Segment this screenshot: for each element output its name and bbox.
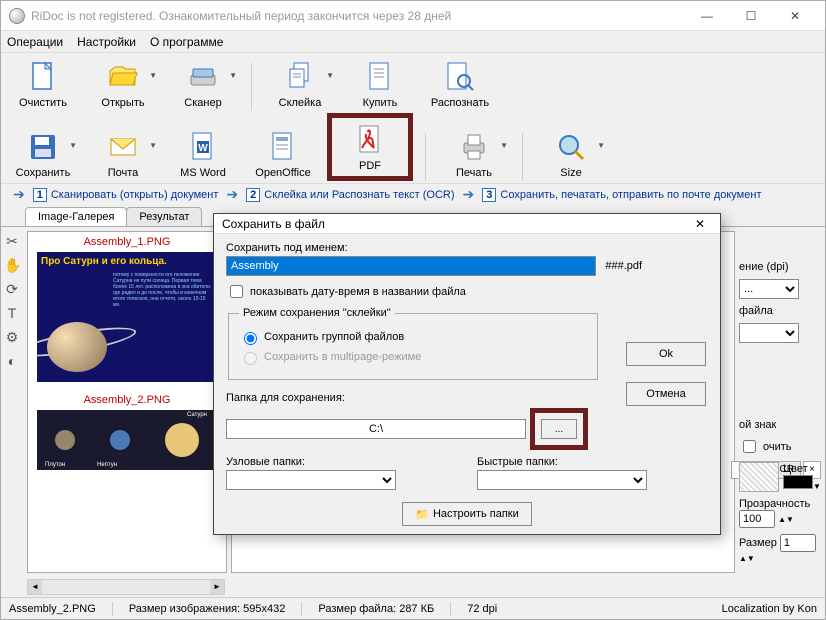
filename-input[interactable] bbox=[226, 256, 596, 276]
tab-result[interactable]: Результат bbox=[126, 207, 202, 226]
maximize-button[interactable]: ☐ bbox=[729, 1, 773, 31]
gear-icon[interactable]: ⚙ bbox=[4, 329, 20, 345]
tb-mail[interactable]: ▼ Почта bbox=[87, 127, 159, 181]
pdf-highlight: PDF bbox=[327, 113, 413, 181]
opacity-input[interactable] bbox=[739, 510, 775, 528]
status-imgsize: Размер изображения: 595x432 bbox=[129, 603, 286, 615]
rotate-icon[interactable]: ⟳ bbox=[4, 281, 20, 297]
wm-pattern[interactable] bbox=[739, 462, 779, 492]
tb-save[interactable]: ▼ Сохранить bbox=[7, 127, 79, 181]
gallery-scrollbar[interactable]: ◄► bbox=[27, 579, 225, 595]
pages-stack-icon bbox=[282, 59, 318, 95]
floppy-icon bbox=[25, 129, 61, 165]
hand-icon[interactable]: ✋ bbox=[4, 257, 20, 273]
statusbar: Assembly_2.PNG Размер изображения: 595x4… bbox=[1, 597, 825, 619]
magnify-page-icon bbox=[442, 59, 478, 95]
thumb-2-label: Assembly_2.PNG bbox=[28, 390, 226, 410]
folder-input[interactable] bbox=[226, 419, 526, 439]
word-icon: W bbox=[185, 129, 221, 165]
tb-ocr[interactable]: Распознать bbox=[424, 57, 496, 111]
save-as-label: Сохранить под именем: bbox=[226, 242, 708, 254]
status-file: Assembly_2.PNG bbox=[9, 603, 96, 615]
step-3[interactable]: Сохранить, печатать, отправить по почте … bbox=[500, 189, 761, 201]
tb-print[interactable]: ▼ Печать bbox=[438, 127, 510, 181]
wm-enable[interactable] bbox=[743, 440, 756, 453]
save-dialog: Сохранить в файл ✕ Сохранить под именем:… bbox=[213, 213, 721, 535]
tb-openoffice[interactable]: OpenOffice bbox=[247, 127, 319, 181]
printer-icon bbox=[456, 129, 492, 165]
crop-icon[interactable]: ✂ bbox=[4, 233, 20, 249]
browse-button[interactable]: ... bbox=[541, 419, 577, 439]
contrast-icon[interactable]: ◐ bbox=[4, 353, 20, 369]
browse-highlight: ... bbox=[530, 408, 588, 450]
menu-operations[interactable]: Операции bbox=[7, 35, 63, 49]
configure-folders-button[interactable]: 📁 Настроить папки bbox=[402, 502, 532, 526]
tb-size[interactable]: ▼ Size bbox=[535, 127, 607, 181]
titlebar: RiDoc is not registered. Ознакомительный… bbox=[1, 1, 825, 31]
svg-text:W: W bbox=[198, 143, 208, 154]
arrow-icon: ➔ bbox=[463, 186, 475, 203]
right-panel: ение (dpi) ... файла ой знак очить Цвет▼… bbox=[735, 257, 825, 574]
image-gallery[interactable]: Assembly_1.PNG Про Сатурн и его кольца. … bbox=[27, 231, 227, 573]
menubar: Операции Настройки О программе bbox=[1, 31, 825, 53]
tb-word[interactable]: W MS Word bbox=[167, 127, 239, 181]
step-1[interactable]: Сканировать (открыть) документ bbox=[51, 189, 219, 201]
step-bar: ➔ 1 Сканировать (открыть) документ ➔ 2 С… bbox=[1, 183, 825, 205]
fast-select[interactable] bbox=[477, 470, 647, 490]
tb-open[interactable]: ▼ Открыть bbox=[87, 57, 159, 111]
status-dpi: 72 dpi bbox=[467, 603, 497, 615]
pdf-icon bbox=[352, 122, 388, 158]
show-date-checkbox[interactable] bbox=[230, 285, 243, 298]
page-blank-icon bbox=[25, 59, 61, 95]
status-loc: Localization by Kon bbox=[722, 603, 817, 615]
tb-scanner[interactable]: ▼ Сканер bbox=[167, 57, 239, 111]
tb-pdf[interactable]: PDF bbox=[334, 120, 406, 174]
mode-group-radio[interactable] bbox=[244, 332, 257, 345]
scanner-icon bbox=[185, 59, 221, 95]
status-filesize: Размер файла: 287 КБ bbox=[318, 603, 434, 615]
filetype-select[interactable] bbox=[739, 323, 799, 343]
menu-settings[interactable]: Настройки bbox=[77, 35, 136, 49]
step-2[interactable]: Склейка или Распознать текст (OCR) bbox=[264, 189, 454, 201]
dialog-title: Сохранить в файл bbox=[222, 217, 688, 231]
thumb-1-label: Assembly_1.PNG bbox=[28, 232, 226, 252]
side-toolbar: ✂ ✋ ⟳ T ⚙ ◐ bbox=[1, 227, 23, 577]
menu-about[interactable]: О программе bbox=[150, 35, 223, 49]
minimize-button[interactable]: ― bbox=[685, 1, 729, 31]
folder-gear-icon: 📁 bbox=[415, 508, 429, 521]
magnifier-icon bbox=[553, 129, 589, 165]
nodes-select[interactable] bbox=[226, 470, 396, 490]
mail-icon bbox=[105, 129, 141, 165]
arrow-icon: ➔ bbox=[13, 186, 25, 203]
thumb-1[interactable]: Про Сатурн и его кольца. потому с поверх… bbox=[37, 252, 217, 382]
tab-gallery[interactable]: Image-Галерея bbox=[25, 207, 127, 226]
text-icon[interactable]: T bbox=[4, 305, 20, 321]
tb-glue[interactable]: ▼ Склейка bbox=[264, 57, 336, 111]
app-logo-icon bbox=[9, 8, 25, 24]
size-input[interactable] bbox=[780, 534, 816, 552]
filename-suffix: ###.pdf bbox=[605, 260, 642, 272]
dialog-close-button[interactable]: ✕ bbox=[688, 217, 712, 231]
toolbar: Очистить ▼ Открыть ▼ Сканер ▼ Склейка Ку… bbox=[1, 53, 825, 183]
save-mode-group: Режим сохранения "склейки" Сохранить гру… bbox=[228, 307, 598, 380]
tb-buy[interactable]: Купить bbox=[344, 57, 416, 111]
close-button[interactable]: ✕ bbox=[773, 1, 817, 31]
dpi-select[interactable]: ... bbox=[739, 279, 799, 299]
arrow-icon: ➔ bbox=[226, 186, 238, 203]
ok-button[interactable]: Ok bbox=[626, 342, 706, 366]
thumb-2[interactable]: Плутон Нептун Сатурн bbox=[37, 410, 217, 470]
window-title: RiDoc is not registered. Ознакомительный… bbox=[31, 9, 685, 23]
color-swatch[interactable] bbox=[783, 475, 813, 489]
tb-clear[interactable]: Очистить bbox=[7, 57, 79, 111]
openoffice-icon bbox=[265, 129, 301, 165]
folder-open-icon bbox=[105, 59, 141, 95]
page-lines-icon bbox=[362, 59, 398, 95]
mode-multipage-radio bbox=[244, 352, 257, 365]
cancel-button[interactable]: Отмена bbox=[626, 382, 706, 406]
